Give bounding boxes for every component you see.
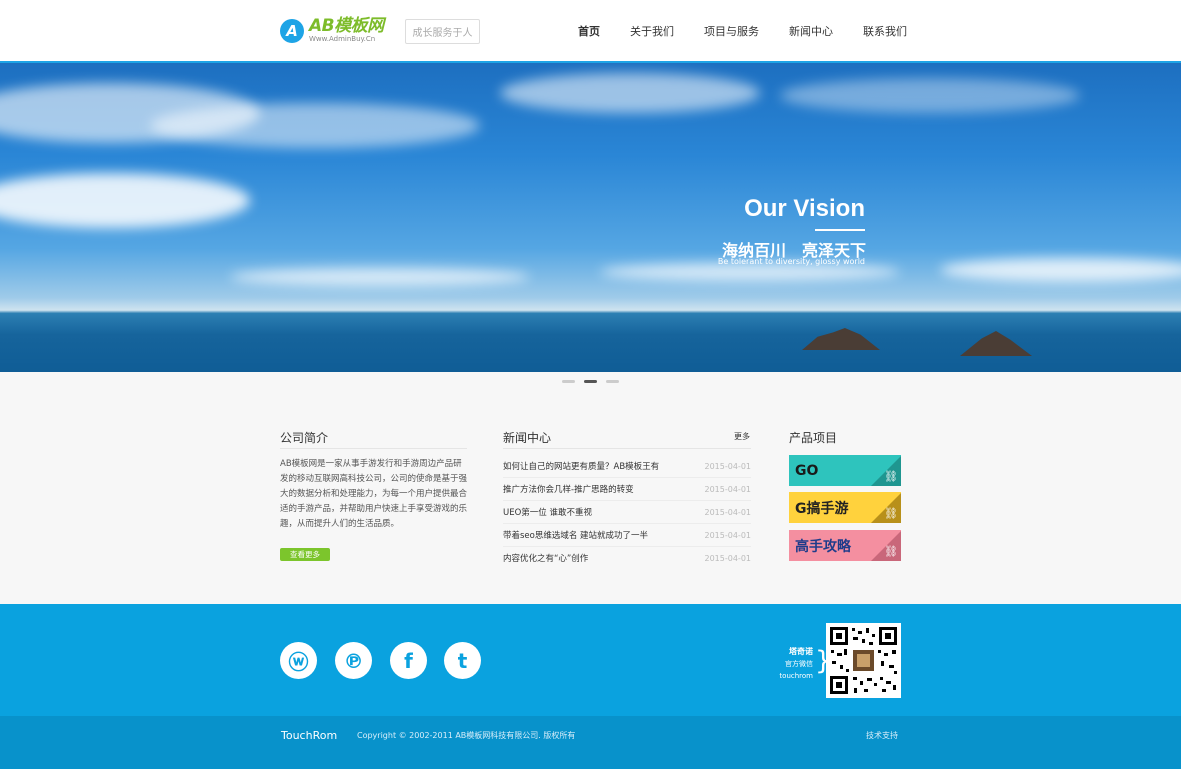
hero-divider xyxy=(815,229,865,231)
news-item-date: 2015-04-01 xyxy=(704,530,752,540)
island-shape xyxy=(960,331,1032,356)
wechat-label: 官方微信 xyxy=(785,660,813,668)
site-header: A AB模板网 Www.AdminBuy.Cn 成长服务于人 首页 关于我们 项… xyxy=(0,0,1181,63)
news-divider xyxy=(503,448,751,449)
news-list: 如何让自己的网站更有质量？AB模板王有 2015-04-01 推广方法你会几样-… xyxy=(503,455,751,569)
logo-url: Www.AdminBuy.Cn xyxy=(309,35,376,43)
carousel-dot-active[interactable] xyxy=(584,380,597,383)
news-item-title[interactable]: 内容优化之有“心”创作 xyxy=(503,552,588,564)
carousel-dot[interactable] xyxy=(562,380,575,383)
island-shape xyxy=(802,328,880,350)
wechat-name: 塔奇诺 xyxy=(789,647,813,656)
wechat-caption: 塔奇诺 官方微信 touchrom xyxy=(775,646,813,682)
cloud-shape xyxy=(500,73,760,113)
nav-projects[interactable]: 项目与服务 xyxy=(704,23,759,39)
product-label: 高手攻略 xyxy=(795,538,851,555)
news-item[interactable]: 带着seo思维选域名 建站就成功了一半 2015-04-01 xyxy=(503,524,751,547)
products-title: 产品项目 xyxy=(789,431,838,445)
news-item[interactable]: 推广方法你会几样-推广思路的转变 2015-04-01 xyxy=(503,478,751,501)
news-item-title[interactable]: 推广方法你会几样-推广思路的转变 xyxy=(503,483,634,495)
nav-contact[interactable]: 联系我们 xyxy=(863,23,907,39)
site-logo[interactable]: A AB模板网 Www.AdminBuy.Cn xyxy=(280,17,384,45)
news-item-date: 2015-04-01 xyxy=(704,553,752,563)
nav-about[interactable]: 关于我们 xyxy=(630,23,674,39)
nav-news[interactable]: 新闻中心 xyxy=(789,23,833,39)
news-item-date: 2015-04-01 xyxy=(704,484,752,494)
product-label: GO xyxy=(795,462,819,479)
hero-subtitle-en: Be tolerant to diversity, glossy world xyxy=(717,257,865,266)
logo-mark-icon: A xyxy=(280,19,304,43)
hero-banner: Our Vision 海纳百川 亮泽天下 Be tolerant to dive… xyxy=(0,63,1181,372)
footer-social-band xyxy=(0,604,1181,716)
cloud-shape xyxy=(0,173,250,228)
cloud-shape xyxy=(780,78,1080,113)
about-more-button[interactable]: 查看更多 xyxy=(280,548,330,561)
link-icon: ⛓ xyxy=(884,470,898,483)
about-divider xyxy=(280,448,467,449)
news-item-date: 2015-04-01 xyxy=(704,461,752,471)
product-label: G搞手游 xyxy=(795,500,849,517)
news-title: 新闻中心 xyxy=(503,431,552,445)
footer-bottom-bar xyxy=(0,716,1181,769)
news-item-date: 2015-04-01 xyxy=(704,507,752,517)
news-more-link[interactable]: 更多 xyxy=(734,431,750,442)
facebook-icon[interactable]: f xyxy=(390,642,427,679)
news-item[interactable]: UEO第一位 谁敢不重视 2015-04-01 xyxy=(503,501,751,524)
nav-home[interactable]: 首页 xyxy=(578,23,600,39)
wechat-qr-code xyxy=(826,623,901,698)
news-item[interactable]: 内容优化之有“心”创作 2015-04-01 xyxy=(503,547,751,569)
cloud-shape xyxy=(940,258,1181,282)
tech-support-link[interactable]: 技术支持 xyxy=(866,730,898,741)
news-item-title[interactable]: 如何让自己的网站更有质量？AB模板王有 xyxy=(503,460,659,472)
about-title: 公司简介 xyxy=(280,431,329,445)
cloud-shape xyxy=(150,103,480,148)
main-nav: 首页 关于我们 项目与服务 新闻中心 联系我们 xyxy=(563,23,922,39)
tencent-weibo-icon[interactable]: ℗ xyxy=(335,642,372,679)
twitter-icon[interactable]: t xyxy=(444,642,481,679)
wechat-sub: touchrom xyxy=(779,672,813,680)
news-item-title[interactable]: UEO第一位 谁敢不重视 xyxy=(503,506,592,518)
weibo-icon[interactable]: ⓦ xyxy=(280,642,317,679)
link-icon: ⛓ xyxy=(884,545,898,558)
news-item-title[interactable]: 带着seo思维选域名 建站就成功了一半 xyxy=(503,529,648,541)
copyright-text: Copyright © 2002-2011 AB模板网科技有限公司. 版权所有 xyxy=(357,731,576,740)
footer-brand-logo[interactable]: TouchRom xyxy=(281,729,337,742)
product-banner-go[interactable]: GO ⛓ xyxy=(789,455,901,486)
carousel-dot[interactable] xyxy=(606,380,619,383)
slogan-badge: 成长服务于人 xyxy=(405,19,480,44)
cloud-shape xyxy=(230,268,530,286)
logo-name: AB模板网 xyxy=(309,16,384,36)
product-banner-gaoshouyou[interactable]: G搞手游 ⛓ xyxy=(789,492,901,523)
hero-title: Our Vision xyxy=(744,195,865,222)
link-icon: ⛓ xyxy=(884,507,898,520)
carousel-dots xyxy=(562,380,628,383)
about-text: AB模板网是一家从事手游发行和手游周边产品研发的移动互联网高科技公司，公司的使命… xyxy=(280,459,468,529)
news-item[interactable]: 如何让自己的网站更有质量？AB模板王有 2015-04-01 xyxy=(503,455,751,478)
product-banner-gonglue[interactable]: 高手攻略 ⛓ xyxy=(789,530,901,561)
